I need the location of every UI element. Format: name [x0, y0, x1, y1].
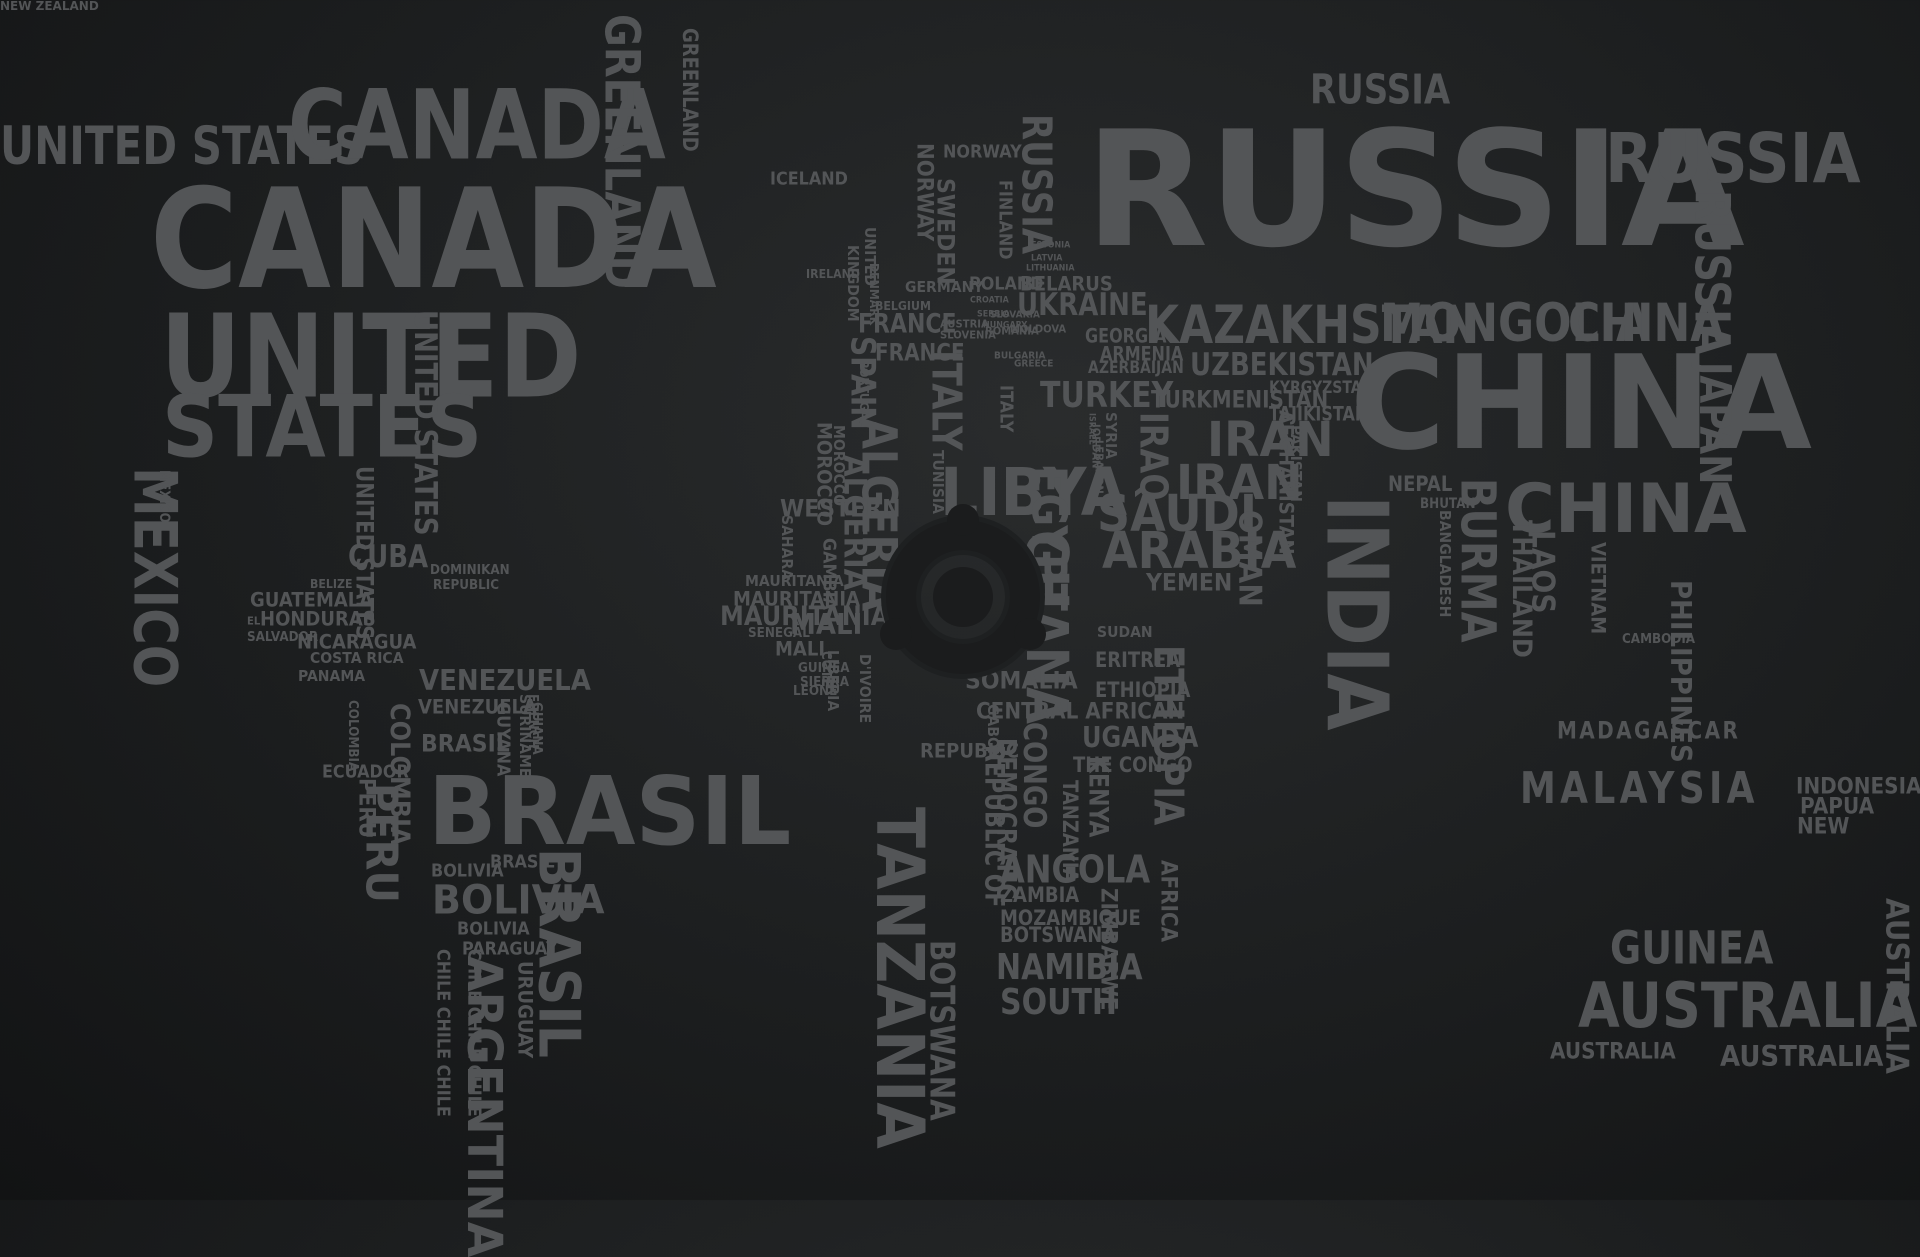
country-label: NORWAY [943, 140, 1022, 162]
country-label: MEXICO [120, 467, 190, 688]
country-label: AUSTRALIA [1578, 969, 1918, 1042]
country-label: PERU [355, 783, 407, 903]
country-label: SYRIA [1101, 412, 1120, 460]
country-label: RUSSIA [1011, 114, 1060, 255]
country-label: URUGUAY [513, 961, 537, 1059]
country-label: NEPAL [1388, 471, 1453, 497]
country-label: BOTSWANA [1000, 922, 1117, 948]
ubuntu-logo-icon [880, 504, 1046, 679]
country-label: INDIA [1307, 495, 1406, 731]
country-label: CONGO [1015, 722, 1052, 829]
country-label: GUIANA [529, 702, 546, 755]
country-label: SWEDEN [930, 178, 959, 285]
country-label: MADAGASCAR [1557, 715, 1741, 745]
country-label: VIETNAM [1586, 542, 1610, 635]
country-label: PAKISTAN [1286, 425, 1305, 502]
country-label: CENTRAL AFRICAN [976, 697, 1185, 725]
country-label: GREENLAND [677, 28, 703, 152]
country-label: MALI [775, 637, 826, 661]
country-label: JAPAN [1689, 362, 1739, 485]
country-label: ITALY [996, 385, 1018, 433]
country-label: GREECE [1014, 358, 1054, 370]
country-label: AUSTRALIA [1720, 1040, 1884, 1074]
country-label: AUSTRALIA [1879, 898, 1916, 1074]
country-label: CHINA [1350, 327, 1812, 479]
country-label: CUBA [348, 539, 429, 576]
country-label: ISRAEL [1087, 413, 1098, 445]
country-label: CHILE CHILE CHILE [433, 949, 455, 1117]
country-label: MOLDOVA [1010, 323, 1067, 336]
country-label: ITALY [921, 350, 970, 451]
country-label: BOTSWANA [922, 940, 962, 1121]
country-label: BRASIL [428, 756, 792, 867]
country-label: BOLIVIA [457, 917, 530, 939]
country-label: ARGENTINA [456, 956, 514, 1257]
country-label: YEMEN [1146, 569, 1233, 598]
country-label: SOUTH [1000, 981, 1118, 1024]
country-label: AFRICA [1155, 860, 1183, 943]
country-label: ESTONIA [1031, 239, 1071, 250]
country-label: BRASIL [421, 730, 510, 759]
country-label: AUSTRALIA [1550, 1037, 1676, 1065]
country-label: MALAYSIA [1520, 764, 1759, 814]
country-label: UNITED STATES [406, 310, 443, 536]
country-label: LITHUANIA [1026, 262, 1075, 273]
country-label: SAHARA [777, 515, 796, 581]
country-label: PANAMA [298, 667, 366, 686]
country-label: ZAMBIA [1000, 882, 1080, 908]
country-label: NEW ZEALAND [0, 0, 99, 13]
country-label: BURMA [1449, 478, 1505, 643]
country-label: LATVIA [1031, 252, 1063, 263]
country-label: CROATIA [970, 294, 1009, 305]
country-label: ICELAND [770, 167, 848, 189]
country-label: HONDURAS [260, 607, 376, 631]
country-label: PORTUGAL [856, 360, 872, 427]
country-label: LAOS [1525, 530, 1562, 614]
country-label: MALI [790, 608, 863, 642]
country-label: COSTA RICA [310, 649, 404, 668]
country-label: KENYA [1082, 756, 1113, 838]
country-label: UKRAINE [1017, 287, 1148, 324]
country-label: DOMINIKAN [430, 561, 510, 578]
country-label: GUINEA [1610, 921, 1774, 975]
country-label: MEXICO [156, 470, 174, 523]
country-label: GAMBIA [819, 538, 841, 610]
country-label: NEW [1797, 812, 1850, 840]
country-label: RUSSIA [1605, 118, 1861, 199]
country-label: UGANDA [1082, 720, 1199, 755]
country-label: COTE [818, 651, 835, 687]
country-label: SUDAN [1097, 623, 1153, 642]
country-label: EL [247, 615, 261, 628]
country-label: VENEZUELA [419, 664, 591, 698]
country-label: OMAN [1232, 510, 1269, 607]
country-label: REPUBLIC [433, 576, 500, 593]
